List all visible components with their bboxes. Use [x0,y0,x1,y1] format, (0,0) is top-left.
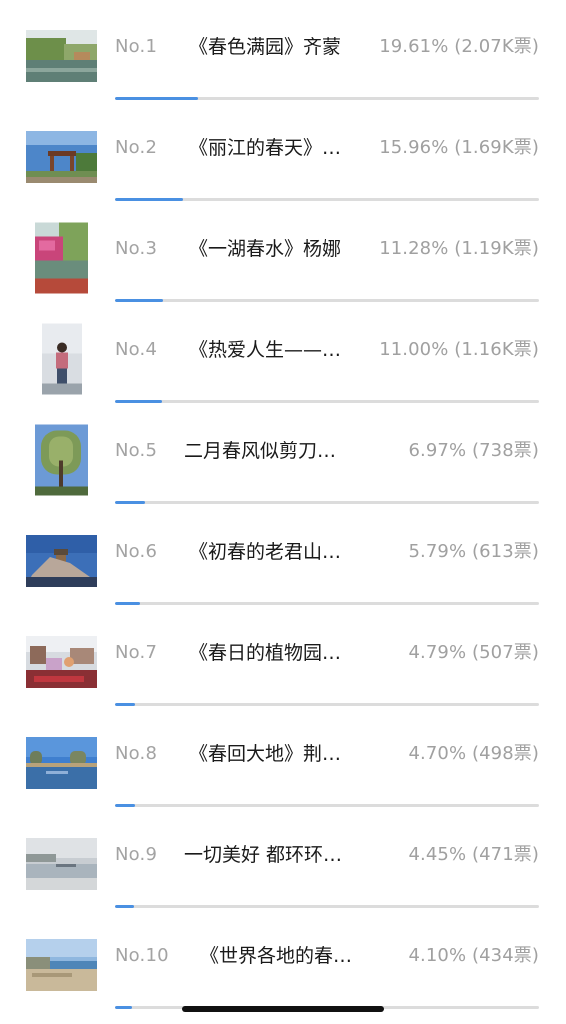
seaside-town-icon [26,939,97,991]
rank-number: No.3 [115,238,158,259]
river-trees-icon [26,737,97,789]
entry-title: 一切美好 都环环… [184,844,343,866]
ranking-row[interactable]: No.4 《热爱人生——… 11.00% (1.16K票) [0,312,566,413]
rank-number: No.7 [115,642,158,663]
home-indicator[interactable] [182,1006,384,1012]
vote-progress-fill [115,703,136,706]
ranking-row[interactable]: No.6 《初春的老君山… 5.79% (613票) [0,514,566,615]
rank-number: No.4 [115,339,158,360]
vote-progress-bar [115,299,539,302]
vote-stat: 6.97% (738票) [408,440,539,461]
rank-number: No.10 [115,945,169,966]
lake-blossoms-icon [35,222,88,294]
vote-progress-bar [115,804,539,807]
entry-title: 《春色满园》齐蒙 [189,36,342,58]
spring-garden-pond-icon [26,30,97,82]
mountain-temple-icon [26,535,97,587]
misty-lake-icon [26,838,97,890]
person-portrait-icon [42,323,82,395]
ranking-row[interactable]: No.3 《一湖春水》杨娜 11.28% (1.19K票) [0,211,566,312]
ranking-row[interactable]: No.7 《春日的植物园… 4.79% (507票) [0,615,566,716]
entry-title: 《丽江的春天》… [189,137,342,159]
rank-number: No.6 [115,541,158,562]
vote-progress-fill [115,198,183,201]
ranking-row[interactable]: No.9 一切美好 都环环… 4.45% (471票) [0,817,566,918]
ranking-row[interactable]: No.2 《丽江的春天》… 15.96% (1.69K票) [0,110,566,211]
vote-stat: 4.79% (507票) [408,642,539,663]
vote-stat: 11.00% (1.16K票) [379,339,539,360]
entry-title: 《热爱人生——… [189,339,342,361]
pavilion-blue-sky-icon [26,131,97,183]
rank-number: No.1 [115,36,158,57]
ranking-row[interactable]: No.8 《春回大地》荆… 4.70% (498票) [0,716,566,817]
entry-title: 《世界各地的春… [200,945,353,967]
vote-stat: 15.96% (1.69K票) [379,137,539,158]
vote-progress-fill [115,97,199,100]
ranking-row[interactable]: No.10 《世界各地的春… 4.10% (434票) [0,918,566,1019]
vote-stat: 19.61% (2.07K票) [379,36,539,57]
rank-number: No.8 [115,743,158,764]
ranking-row[interactable]: No.5 二月春风似剪刀… 6.97% (738票) [0,413,566,514]
vote-stat: 5.79% (613票) [408,541,539,562]
vote-progress-fill [115,400,162,403]
vote-progress-fill [115,501,145,504]
willow-tree-icon [35,424,88,496]
vote-progress-bar [115,198,539,201]
vote-progress-fill [115,602,140,605]
entry-title: 《初春的老君山… [189,541,342,563]
vote-progress-fill [115,1006,133,1009]
entry-title: 《春回大地》荆… [189,743,342,765]
vote-stat: 4.10% (434票) [408,945,539,966]
entry-title: 《一湖春水》杨娜 [189,238,342,260]
vote-stat: 4.70% (498票) [408,743,539,764]
entry-title: 《春日的植物园… [189,642,342,664]
rank-number: No.2 [115,137,158,158]
vote-progress-bar [115,905,539,908]
vote-progress-fill [115,299,163,302]
vote-progress-bar [115,97,539,100]
vote-stat: 11.28% (1.19K票) [379,238,539,259]
vote-progress-bar [115,400,539,403]
vote-progress-fill [115,905,134,908]
rank-number: No.5 [115,440,158,461]
vote-ranking-list: No.1 《春色满园》齐蒙 19.61% (2.07K票) No.2 《丽江的春… [0,9,566,1019]
vote-progress-bar [115,703,539,706]
entry-title: 二月春风似剪刀… [184,440,337,462]
ranking-row[interactable]: No.1 《春色满园》齐蒙 19.61% (2.07K票) [0,9,566,110]
vote-progress-fill [115,804,135,807]
vote-progress-bar [115,501,539,504]
rank-number: No.9 [115,844,158,865]
vote-progress-bar [115,602,539,605]
botanical-garden-icon [26,636,97,688]
vote-stat: 4.45% (471票) [408,844,539,865]
